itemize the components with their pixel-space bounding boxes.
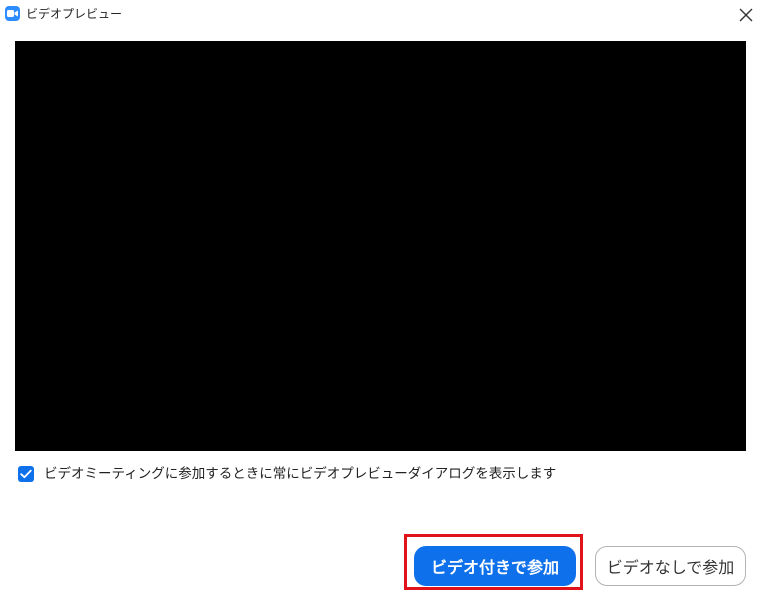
always-show-preview-label[interactable]: ビデオミーティングに参加するときに常にビデオプレビューダイアログを表示します bbox=[44, 465, 556, 483]
join-with-video-button[interactable]: ビデオ付きで参加 bbox=[414, 546, 576, 586]
video-preview-area bbox=[15, 41, 746, 451]
title-bar: ビデオプレビュー bbox=[0, 0, 766, 30]
close-icon bbox=[739, 8, 753, 22]
checkmark-icon bbox=[20, 469, 32, 479]
always-show-preview-option: ビデオミーティングに参加するときに常にビデオプレビューダイアログを表示します bbox=[18, 465, 556, 483]
zoom-video-icon bbox=[5, 6, 20, 21]
close-button[interactable] bbox=[734, 3, 758, 27]
video-preview-dialog: ビデオプレビュー ビデオミーティングに参加するときに常にビデオプレビューダイアロ… bbox=[0, 0, 766, 597]
window-title: ビデオプレビュー bbox=[26, 7, 123, 21]
join-without-video-button[interactable]: ビデオなしで参加 bbox=[595, 546, 746, 586]
always-show-preview-checkbox[interactable] bbox=[18, 466, 34, 482]
